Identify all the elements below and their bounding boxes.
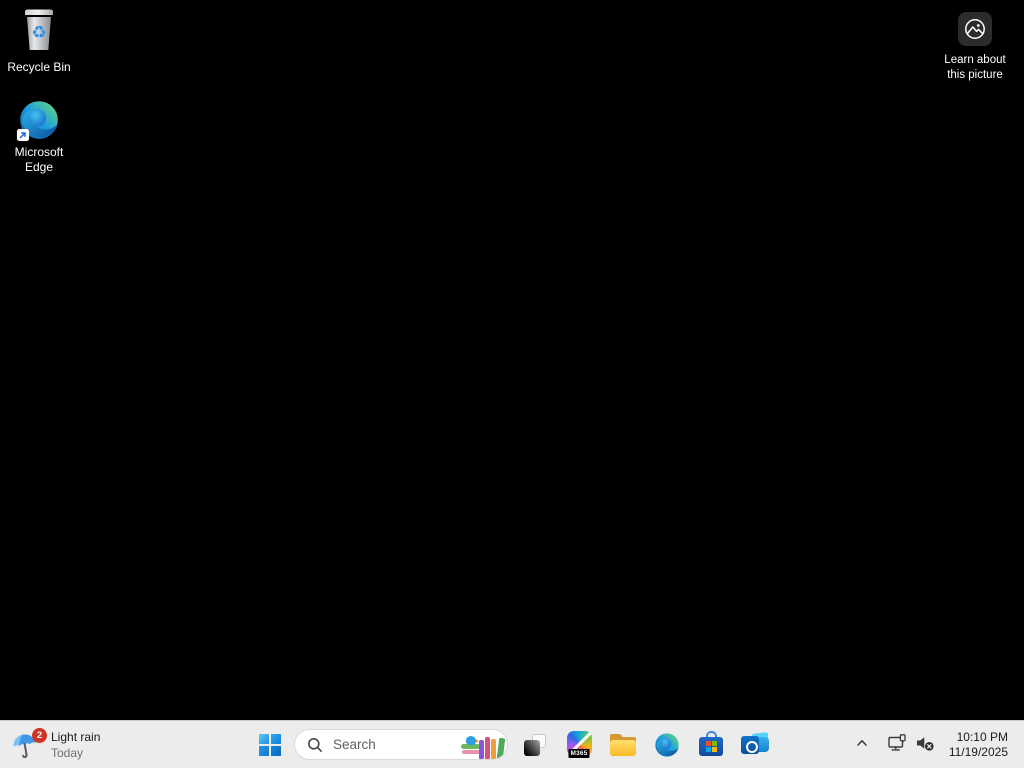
volume-status[interactable] [912, 721, 939, 768]
edge-icon [18, 99, 60, 141]
taskbar-app-microsoft-edge[interactable] [645, 721, 689, 768]
taskbar-app-task-view[interactable] [513, 721, 557, 768]
outlook-icon [741, 732, 769, 757]
start-button[interactable] [250, 721, 290, 768]
file-explorer-icon [610, 734, 636, 756]
clock-date: 11/19/2025 [949, 745, 1008, 760]
learn-about-this-picture[interactable]: Learn about this picture [937, 12, 1013, 83]
search-icon [307, 737, 323, 753]
microsoft-store-icon [699, 731, 723, 759]
desktop-icon-recycle-bin[interactable]: ♻ Recycle Bin [3, 7, 75, 75]
weather-period: Today [51, 746, 100, 760]
shortcut-arrow-icon [17, 129, 29, 141]
taskbar-center: M365 [250, 721, 777, 768]
display-network-status[interactable] [885, 721, 912, 768]
edge-icon [654, 732, 680, 758]
search-highlight-illustration [461, 729, 507, 760]
display-plug-icon [888, 734, 908, 755]
m365-copilot-icon: M365 [567, 731, 592, 758]
weather-badge: 2 [32, 728, 47, 743]
weather-condition: Light rain [51, 730, 100, 744]
taskbar-app-microsoft-store[interactable] [689, 721, 733, 768]
taskbar-app-file-explorer[interactable] [601, 721, 645, 768]
chevron-up-icon [855, 736, 869, 753]
bird-icon [466, 736, 476, 745]
taskbar: 2 Light rain Today [0, 720, 1024, 768]
m365-badge: M365 [568, 749, 589, 758]
taskbar-app-outlook[interactable] [733, 721, 777, 768]
clock[interactable]: 10:10 PM 11/19/2025 [947, 726, 1010, 764]
edge-label: Microsoft Edge [3, 145, 75, 175]
search-input[interactable] [331, 736, 461, 753]
windows-logo-icon [259, 734, 281, 756]
task-view-icon [523, 733, 547, 757]
picture-icon [958, 12, 992, 46]
taskbar-app-m365-copilot[interactable]: M365 [557, 721, 601, 768]
weather-widget[interactable]: 2 Light rain Today [0, 721, 116, 768]
speaker-muted-icon [915, 734, 935, 755]
search-box[interactable] [294, 729, 508, 760]
desktop: ♻ Recycle Bin [0, 0, 1024, 768]
system-tray: 10:10 PM 11/19/2025 [847, 721, 1010, 768]
recycle-bin-icon: ♻ [21, 7, 57, 56]
desktop-icon-microsoft-edge[interactable]: Microsoft Edge [3, 99, 75, 175]
hidden-icons-button[interactable] [847, 721, 877, 768]
svg-text:♻: ♻ [31, 23, 46, 43]
recycle-bin-label: Recycle Bin [7, 60, 70, 75]
clock-time: 10:10 PM [949, 730, 1008, 745]
learn-about-label: Learn about this picture [937, 53, 1013, 83]
